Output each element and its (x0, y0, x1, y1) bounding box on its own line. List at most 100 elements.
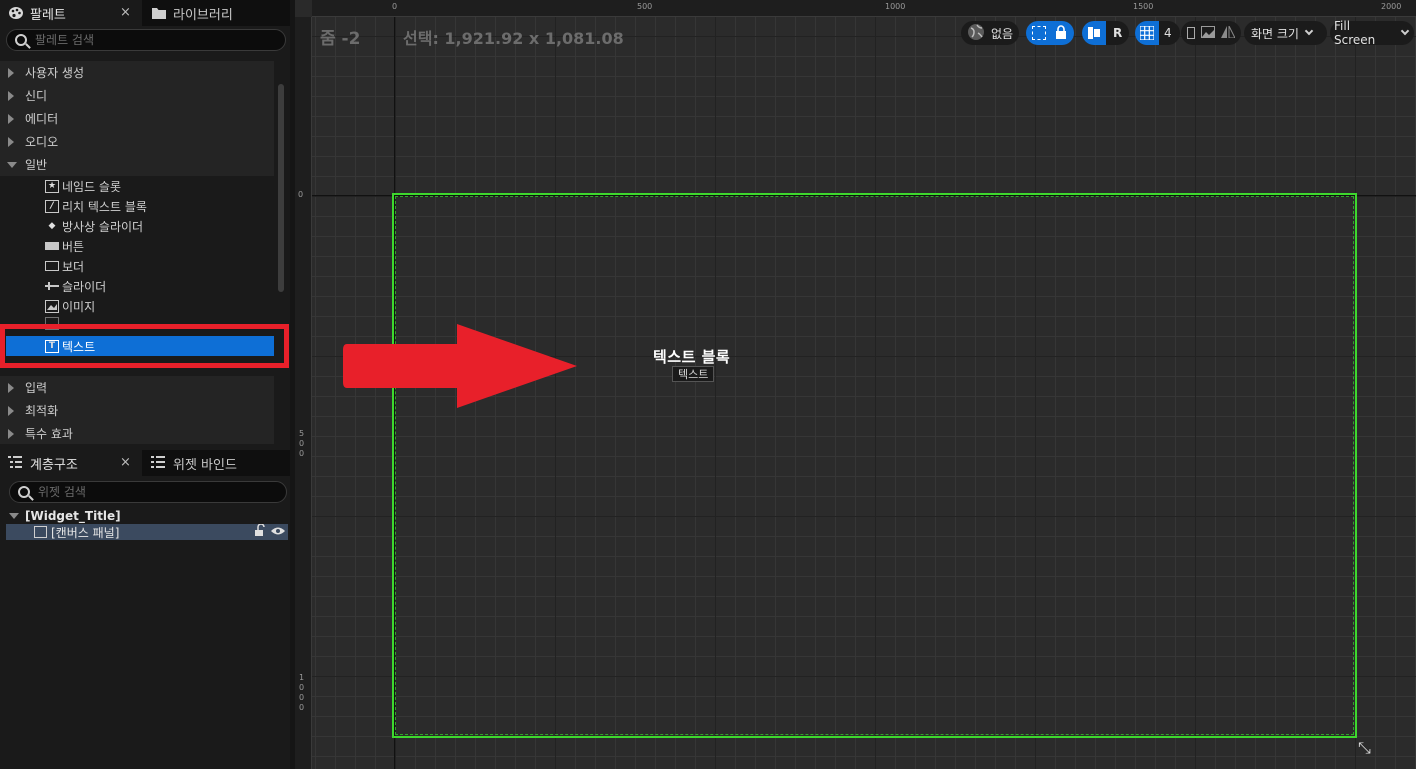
search-icon (18, 486, 30, 498)
category-label: 오디오 (25, 135, 59, 149)
item-label: 리치 텍스트 블록 (62, 199, 147, 214)
designer-viewport[interactable]: 0 500 1000 1500 2000 0 5 0 0 1 0 0 0 줌 -… (295, 0, 1416, 769)
expand-arrow-icon (8, 114, 14, 124)
canvas-panel-icon (34, 526, 47, 538)
category-label: 사용자 생성 (25, 66, 85, 80)
ruler-tick-label: 1000 (885, 2, 906, 11)
category-synth[interactable]: 신디 (0, 84, 274, 107)
category-editor[interactable]: 에디터 (0, 107, 274, 130)
zoom-level-label: 줌 -2 (320, 29, 361, 49)
globe-icon (967, 23, 985, 44)
palette-search[interactable] (6, 29, 286, 51)
localization-button[interactable]: 없음 (961, 21, 1020, 45)
item-label: 슬라이더 (62, 279, 107, 294)
unlock-icon[interactable] (254, 523, 266, 539)
item-label: 보더 (62, 259, 85, 274)
folder-icon (151, 6, 167, 20)
tab-widget-bind[interactable]: 위젯 바인드 (143, 450, 290, 476)
palette-item-border[interactable]: 보더 (0, 256, 274, 276)
visibility-eye-icon[interactable] (271, 525, 285, 539)
ruler-tick-label: 0 (298, 190, 304, 199)
category-optimization[interactable]: 최적화 (0, 399, 274, 422)
palette-item-rich-text-block[interactable]: / 리치 텍스트 블록 (0, 196, 274, 216)
ruler-tick-label: 1500 (1133, 2, 1154, 11)
category-label: 특수 효과 (25, 427, 73, 441)
collapse-arrow-icon (7, 162, 17, 168)
left-panel: 팔레트 × 라이브러리 사용자 생성 신디 에디터 오디오 (0, 0, 290, 769)
tab-library-label: 라이브러리 (173, 7, 233, 23)
image-preview-icon (1201, 25, 1215, 41)
hierarchy-icon (8, 456, 24, 470)
tree-root-widget-title[interactable]: [Widget_Title] (6, 508, 288, 524)
widget-search[interactable] (9, 481, 287, 503)
category-common[interactable]: 일반 (0, 153, 274, 176)
palette-item-named-slot[interactable]: ★ 네임드 슬롯 (0, 176, 274, 196)
canvas-dashed-border (395, 196, 1354, 735)
rich-text-icon: / (45, 199, 59, 213)
palette-item-slider[interactable]: 슬라이더 (0, 276, 274, 296)
bind-list-icon (151, 456, 167, 470)
radial-slider-icon: ◆ (48, 221, 56, 231)
palette-tabbar: 팔레트 × 라이브러리 (0, 0, 290, 26)
screen-size-label: 화면 크기 (1251, 26, 1299, 41)
slider-icon (45, 280, 59, 293)
category-special-effects[interactable]: 특수 효과 (0, 422, 274, 444)
palette-search-input[interactable] (35, 33, 265, 47)
grid-icon (1135, 21, 1159, 45)
red-arrow-icon (343, 324, 577, 408)
expand-arrow-icon (8, 406, 14, 416)
ruler-left: 0 5 0 0 1 0 0 0 (295, 17, 312, 769)
category-label: 최적화 (25, 404, 59, 418)
close-hierarchy-icon[interactable]: × (120, 455, 131, 470)
tree-item-label: [캔버스 패널] (51, 525, 120, 540)
expand-arrow-icon (8, 137, 14, 147)
fill-screen-dropdown[interactable]: Fill Screen (1330, 19, 1414, 47)
category-input[interactable]: 입력 (0, 376, 274, 399)
fill-screen-label: Fill Screen (1334, 19, 1376, 47)
tree-item-canvas-panel[interactable]: [캔버스 패널] (6, 523, 288, 540)
category-user-created[interactable]: 사용자 생성 (0, 61, 274, 84)
tree-root-label: [Widget_Title] (25, 509, 121, 523)
button-icon (45, 242, 59, 250)
widget-search-input[interactable] (38, 485, 268, 499)
canvas-panel-bounds[interactable] (392, 193, 1357, 738)
tab-hierarchy-label: 계층구조 (30, 457, 78, 473)
view-options-group[interactable] (1181, 21, 1241, 45)
ruler-tick-label: 2000 (1381, 2, 1402, 11)
close-palette-icon[interactable]: × (120, 5, 131, 20)
respect-locks-group[interactable]: R (1082, 21, 1129, 45)
image-icon (45, 299, 59, 313)
item-label: 이미지 (62, 299, 96, 314)
tab-palette-label: 팔레트 (30, 7, 66, 23)
marquee-select-icon (1032, 26, 1046, 40)
resize-handle-icon[interactable]: ⤡ (1358, 738, 1371, 758)
palette-item-radial-slider[interactable]: ◆ 방사상 슬라이더 (0, 216, 274, 236)
category-label: 입력 (25, 381, 48, 395)
selection-lock-group[interactable] (1026, 21, 1074, 45)
ruler-top: 0 500 1000 1500 2000 (312, 0, 1416, 17)
screen-size-dropdown[interactable]: 화면 크기 (1244, 21, 1327, 45)
lock-icon (1055, 24, 1067, 42)
item-label: 방사상 슬라이더 (62, 219, 144, 234)
frame-icon (1187, 27, 1195, 39)
grid-snap-value: 4 (1164, 26, 1172, 40)
tab-widget-bind-label: 위젯 바인드 (173, 457, 237, 473)
category-audio[interactable]: 오디오 (0, 130, 274, 153)
highlight-box (0, 324, 289, 368)
item-label: 네임드 슬롯 (62, 179, 122, 194)
palette-item-image[interactable]: 이미지 (0, 296, 274, 316)
ruler-tick-label: 500 (637, 2, 653, 11)
category-label: 신디 (25, 89, 48, 103)
palette-item-button[interactable]: 버튼 (0, 236, 274, 256)
r-label: R (1113, 26, 1123, 40)
ruler-tick-label: 1 0 0 0 (299, 673, 305, 712)
collapse-arrow-icon (9, 513, 19, 519)
item-label: 버튼 (62, 239, 85, 254)
drag-preview-text-block: 텍스트 블록 (653, 348, 731, 366)
expand-arrow-icon (8, 91, 14, 101)
hierarchy-tabbar: 계층구조 × 위젯 바인드 (0, 450, 290, 476)
tab-library[interactable]: 라이브러리 (143, 0, 290, 26)
selection-size-label: 선택: 1,921.92 x 1,081.08 (403, 29, 624, 48)
palette-scrollbar[interactable] (278, 84, 284, 292)
grid-snap-group[interactable]: 4 (1135, 21, 1180, 45)
